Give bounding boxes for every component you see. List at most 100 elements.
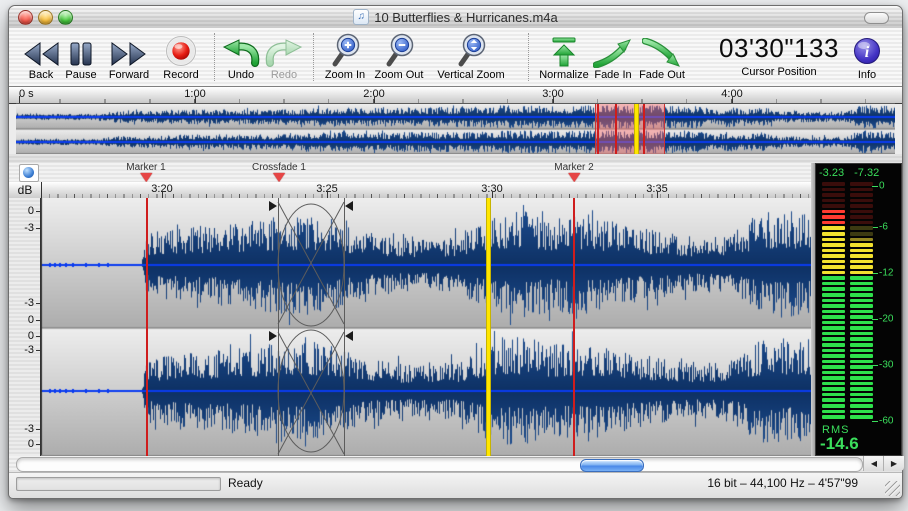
toolbar-toggle-pill-button[interactable]: [864, 12, 889, 24]
title-bar[interactable]: ♫ 10 Butterflies & Hurricanes.m4a: [9, 6, 902, 29]
ruler-major-tick: [374, 96, 375, 103]
meter-segment: [850, 249, 873, 253]
toolbar-separator: [528, 33, 529, 81]
ruler-major-tick: [657, 191, 658, 198]
meter-segment: [822, 410, 845, 414]
overview-time-ruler: 0 s1:002:003:004:00: [9, 87, 902, 104]
meter-segment: [822, 332, 845, 336]
meter-segment: [850, 271, 873, 275]
close-button[interactable]: [18, 10, 33, 25]
format-info: 16 bit – 44,100 Hz – 4'57"99: [707, 476, 858, 490]
meter-segment: [850, 199, 873, 203]
minimize-button[interactable]: [38, 10, 53, 25]
db-tick: [36, 350, 40, 351]
meter-segment: [850, 387, 873, 391]
main-waveform[interactable]: [41, 198, 811, 456]
meter-segment: [850, 238, 873, 242]
overview-waveform[interactable]: [16, 103, 895, 155]
db-tick: [36, 228, 40, 229]
toolbar-separator: [313, 33, 314, 81]
resize-grip[interactable]: [885, 481, 900, 496]
meter-segment: [850, 332, 873, 336]
sound-file-badge-icon[interactable]: [19, 164, 39, 182]
meter-segment: [822, 343, 845, 347]
marker-triangle-icon[interactable]: [568, 173, 580, 182]
meter-segment: [822, 299, 845, 303]
meter-segment: [822, 387, 845, 391]
meter-scale-label: -60: [879, 416, 893, 427]
status-message: Ready: [228, 476, 263, 490]
meter-segment: [822, 382, 845, 386]
meter-segment: [822, 276, 845, 280]
meter-segment: [850, 293, 873, 297]
vertical-zoom-button[interactable]: Vertical Zoom: [423, 30, 519, 84]
meter-segment: [850, 287, 873, 291]
overview-marker-line: [597, 104, 599, 154]
overview-selection[interactable]: [595, 104, 665, 154]
marker-triangle-icon[interactable]: [273, 173, 285, 182]
meter-segment: [850, 310, 873, 314]
meter-segment: [850, 193, 873, 197]
meter-segment: [822, 310, 845, 314]
db-axis-label: dB: [9, 182, 41, 198]
ruler-major-tick: [732, 96, 733, 103]
meter-segment: [850, 299, 873, 303]
info-button[interactable]: iInfo: [819, 30, 908, 84]
marker-triangle-icon[interactable]: [140, 173, 152, 182]
scroll-left-button[interactable]: ◀: [863, 456, 884, 471]
overview-marker-line: [643, 104, 645, 154]
status-bar: Ready 16 bit – 44,100 Hz – 4'57"99: [9, 472, 902, 498]
meter-segment: [850, 371, 873, 375]
scroll-left-icon: ◀: [871, 459, 877, 468]
meter-segment: [850, 410, 873, 414]
ruler-major-tick: [492, 191, 493, 198]
meter-segment: [822, 304, 845, 308]
marker-3[interactable]: Marker 2: [554, 163, 593, 182]
meter-segment: [822, 282, 845, 286]
meter-scale-label: -12: [879, 268, 893, 279]
scrollbar-track[interactable]: [16, 457, 863, 472]
scroll-right-icon: ▶: [891, 459, 897, 468]
toolbar: BackPauseForward RecordUndoRedo Zoom In …: [9, 28, 902, 87]
meter-segment: [850, 226, 873, 230]
rms-value: -14.6: [820, 434, 859, 454]
meter-segment: [822, 365, 845, 369]
marker-line[interactable]: [146, 198, 148, 456]
db-tick-label: -3: [24, 423, 34, 435]
crossfade-overlay[interactable]: [41, 198, 811, 456]
meter-segment: [822, 238, 845, 242]
playhead-line[interactable]: [486, 198, 491, 456]
marker-2[interactable]: Crossfade 1: [252, 163, 306, 182]
db-tick: [36, 303, 40, 304]
zoom-button[interactable]: [58, 10, 73, 25]
window-title: 10 Butterflies & Hurricanes.m4a: [374, 10, 558, 25]
meter-segment: [822, 404, 845, 408]
marker-1[interactable]: Marker 1: [126, 163, 165, 182]
crossfade-right-handle-icon: [345, 331, 353, 341]
marker-line[interactable]: [573, 198, 575, 456]
scrollbar-thumb[interactable]: [580, 459, 644, 472]
meter-segment: [850, 182, 873, 186]
db-tick-label: 0: [28, 205, 34, 217]
db-tick-label: 0: [28, 330, 34, 342]
meter-segment: [850, 376, 873, 380]
meter-segment: [822, 360, 845, 364]
meter-segment: [822, 326, 845, 330]
toolbar-separator: [214, 33, 215, 81]
meter-segment: [822, 193, 845, 197]
meter-segment: [822, 349, 845, 353]
meter-segment: [822, 393, 845, 397]
meter-scale-tick: [872, 421, 878, 422]
meter-segment: [822, 199, 845, 203]
meter-segment: [850, 304, 873, 308]
meter-segment: [850, 326, 873, 330]
meter-segment: [822, 243, 845, 247]
meter-segment: [822, 271, 845, 275]
ruler-major-tick: [327, 191, 328, 198]
meter-segment: [822, 315, 845, 319]
window-title-group: ♫ 10 Butterflies & Hurricanes.m4a: [353, 9, 558, 25]
meter-segment: [822, 354, 845, 358]
ruler-major-tick: [19, 96, 20, 103]
meter-segment: [822, 415, 845, 419]
scroll-right-button[interactable]: ▶: [883, 456, 904, 471]
